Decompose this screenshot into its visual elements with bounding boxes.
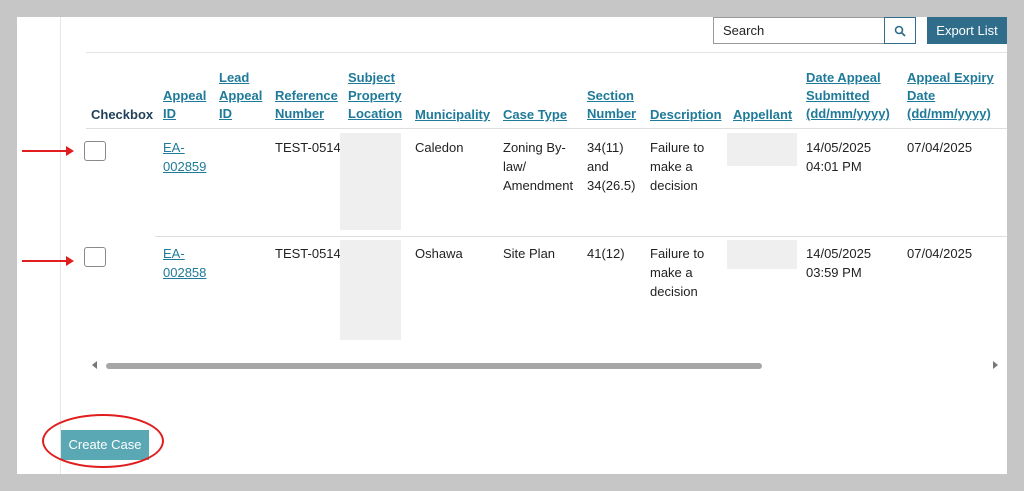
- col-header-subject-property-location[interactable]: Subject Property Location: [348, 69, 402, 123]
- col-header-appellant[interactable]: Appellant: [733, 106, 792, 124]
- col-header-description[interactable]: Description: [650, 106, 722, 124]
- row-divider: [155, 236, 1007, 237]
- col-header-appeal-id[interactable]: Appeal ID: [163, 87, 206, 123]
- scrollbar-thumb[interactable]: [106, 363, 762, 369]
- appeal-id-link[interactable]: EA- 002858: [163, 244, 206, 282]
- scroll-right-arrow-icon[interactable]: [993, 361, 998, 369]
- annotation-circle: [42, 414, 164, 468]
- expiry-date-cell: 07/04/2025: [907, 246, 973, 261]
- reference-number-cell: TEST-0514: [275, 140, 341, 155]
- section-number-cell: 41(12): [587, 246, 625, 261]
- expiry-date-cell: 07/04/2025: [907, 140, 973, 155]
- col-header-date-appeal-submitted[interactable]: Date Appeal Submitted (dd/mm/yyyy): [806, 69, 890, 123]
- scroll-left-arrow-icon[interactable]: [92, 361, 97, 369]
- col-header-case-type[interactable]: Case Type: [503, 106, 567, 124]
- col-header-municipality[interactable]: Municipality: [415, 106, 490, 124]
- description-cell: Failure to make a decision: [650, 246, 705, 299]
- section-number-cell: 34(11) and 34(26.5): [587, 140, 636, 193]
- search-icon: [894, 25, 906, 37]
- case-type-cell: Zoning By-law/Amendment: [503, 140, 574, 193]
- appeal-id-link[interactable]: EA- 002859: [163, 138, 206, 176]
- date-submitted-cell: 14/05/2025 04:01 PM: [806, 140, 872, 174]
- municipality-cell: Oshawa: [415, 246, 463, 261]
- export-list-button[interactable]: Export List: [927, 17, 1007, 44]
- annotation-arrow-head-1: [66, 146, 74, 156]
- col-header-lead-appeal-id[interactable]: Lead Appeal ID: [219, 69, 262, 123]
- municipality-cell: Caledon: [415, 140, 464, 155]
- col-header-appeal-expiry-date[interactable]: Appeal Expiry Date (dd/mm/yyyy): [907, 69, 994, 123]
- search-button[interactable]: [884, 17, 916, 44]
- redacted-appellant-cell: [727, 133, 797, 166]
- annotation-arrow-head-2: [66, 256, 74, 266]
- left-divider: [60, 17, 61, 474]
- case-type-cell: Site Plan: [503, 246, 556, 261]
- col-header-section-number[interactable]: Section Number: [587, 87, 636, 123]
- redacted-appellant-cell: [727, 240, 797, 269]
- date-submitted-cell: 14/05/2025 03:59 PM: [806, 246, 872, 280]
- search-input[interactable]: Search: [713, 17, 885, 44]
- row-checkbox[interactable]: [84, 141, 106, 161]
- redacted-location-cell: [340, 240, 401, 340]
- redacted-location-cell: [340, 133, 401, 230]
- description-cell: Failure to make a decision: [650, 140, 705, 193]
- header-divider: [86, 128, 1007, 129]
- col-header-checkbox: Checkbox: [91, 107, 154, 122]
- col-header-reference-number[interactable]: Reference Number: [275, 87, 338, 123]
- reference-number-cell: TEST-0514: [275, 246, 341, 261]
- annotation-arrow-1: [22, 150, 66, 152]
- toolbar-divider: [86, 52, 1007, 53]
- row-checkbox[interactable]: [84, 247, 106, 267]
- annotation-arrow-2: [22, 260, 66, 262]
